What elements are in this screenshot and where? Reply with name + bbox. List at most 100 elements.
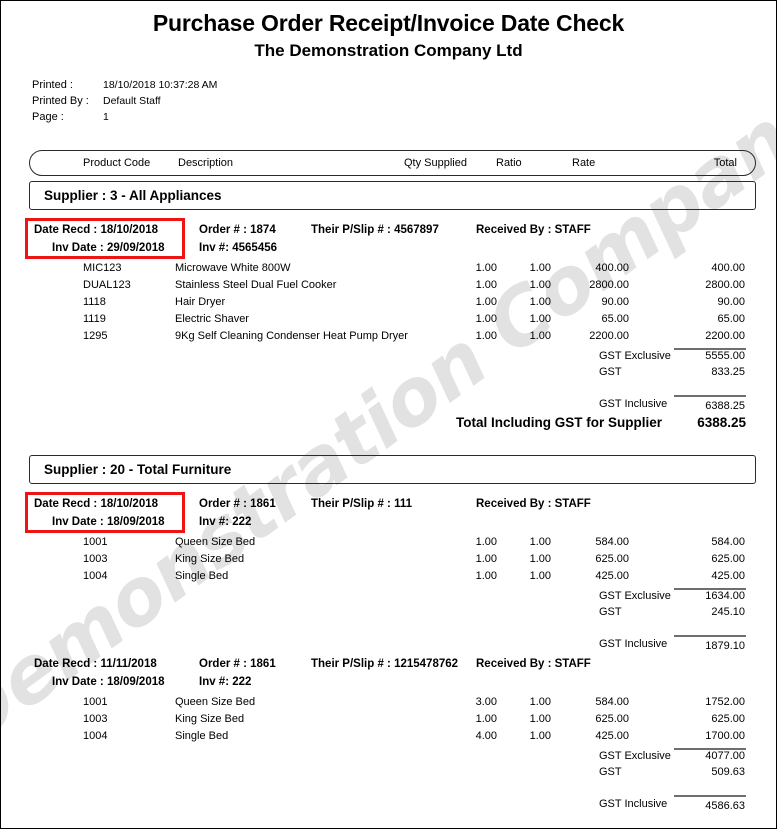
line-item-row: 1003 King Size Bed 1.00 1.00 625.00 625.00 — [1, 713, 776, 730]
line-item-description: Hair Dryer — [175, 296, 226, 308]
line-item-row: 1295 9Kg Self Cleaning Condenser Heat Pum… — [1, 330, 776, 347]
line-item-rate: 584.00 — [595, 536, 629, 548]
line-item-rate: 2800.00 — [589, 279, 629, 291]
order-number-value: Order # : 1861 — [199, 498, 276, 510]
page-value: 1 — [103, 111, 109, 123]
line-item-description: Single Bed — [175, 730, 229, 742]
line-item-qty-supplied: 1.00 — [475, 313, 497, 325]
received-by-value: Received By : STAFF — [476, 224, 591, 236]
line-item-row: 1118 Hair Dryer 1.00 1.00 90.00 90.00 — [1, 296, 776, 313]
line-item-product-code: DUAL123 — [83, 279, 131, 291]
line-item-total: 1752.00 — [705, 696, 745, 708]
supplier-heading-label: Supplier : 20 - Total Furniture — [44, 462, 232, 477]
line-item-row: 1003 King Size Bed 1.00 1.00 625.00 625.00 — [1, 553, 776, 570]
line-item-rate: 425.00 — [595, 570, 629, 582]
printed-label: Printed : — [32, 79, 73, 91]
line-item-description: Single Bed — [175, 570, 229, 582]
line-item-total: 2200.00 — [705, 330, 745, 342]
line-item-qty-supplied: 1.00 — [475, 713, 497, 725]
gst-value: 245.10 — [711, 606, 745, 618]
line-item-qty-supplied: 1.00 — [475, 553, 497, 565]
line-item-qty-supplied: 1.00 — [475, 330, 497, 342]
line-item-qty-supplied: 1.00 — [475, 279, 497, 291]
line-item-product-code: MIC123 — [83, 262, 122, 274]
line-item-row: 1001 Queen Size Bed 1.00 1.00 584.00 584.00 — [1, 536, 776, 553]
report-content: Purchase Order Receipt/Invoice Date Chec… — [1, 10, 776, 828]
line-item-description: Microwave White 800W — [175, 262, 291, 274]
line-item-product-code: 1295 — [83, 330, 108, 342]
line-item-total: 400.00 — [711, 262, 745, 274]
line-item-rate: 90.00 — [601, 296, 629, 308]
printed-by-label: Printed By : — [32, 95, 89, 107]
line-item-qty-supplied: 1.00 — [475, 296, 497, 308]
order-number-value: Order # : 1861 — [199, 658, 276, 670]
line-item-description: 9Kg Self Cleaning Condenser Heat Pump Dr… — [175, 330, 408, 342]
line-item-qty-supplied: 1.00 — [475, 536, 497, 548]
line-item-row: DUAL123 Stainless Steel Dual Fuel Cooker 1… — [1, 279, 776, 296]
supplier-grand-total-label: Total Including GST for Supplier — [456, 415, 662, 430]
gst-exclusive-value: 4077.00 — [705, 750, 745, 762]
line-item-total: 65.00 — [717, 313, 745, 325]
date-received-value: Date Recd : 11/11/2018 — [34, 658, 157, 670]
line-item-description: Queen Size Bed — [175, 536, 256, 548]
supplier-heading-label: Supplier : 3 - All Appliances — [44, 188, 222, 203]
line-item-rate: 584.00 — [595, 696, 629, 708]
date-received-value: Date Recd : 18/10/2018 — [34, 498, 159, 510]
supplier-heading-box: Supplier : 20 - Total Furniture — [29, 455, 756, 484]
column-header-description: Description — [178, 157, 234, 169]
received-by-value: Received By : STAFF — [476, 498, 591, 510]
invoice-date-value: Inv Date : 29/09/2018 — [52, 242, 165, 254]
company-name: The Demonstration Company Ltd — [254, 41, 523, 60]
page-row: Page : 1 — [32, 109, 776, 125]
totals-rule — [674, 635, 746, 637]
invoice-number-value: Inv #: 222 — [199, 676, 252, 688]
order-header: Date Recd : 11/11/2018 Order # : 1861 Thei… — [1, 655, 776, 693]
report-page: Demonstration Company Purchase Order Rec… — [0, 0, 777, 829]
invoice-date-value: Inv Date : 18/09/2018 — [52, 516, 165, 528]
packing-slip-value: Their P/Slip # : 4567897 — [311, 224, 439, 236]
line-item-product-code: 1001 — [83, 536, 108, 548]
printed-row: Printed : 18/10/2018 10:37:28 AM — [32, 77, 776, 93]
invoice-number-value: Inv #: 4565456 — [199, 242, 278, 254]
gst-label: GST — [599, 366, 622, 378]
received-by-value: Received By : STAFF — [476, 658, 591, 670]
gst-inclusive-value: 4586.63 — [705, 800, 745, 812]
line-item-qty-supplied: 1.00 — [475, 262, 497, 274]
column-header-product-code: Product Code — [83, 157, 151, 169]
invoice-date-value: Inv Date : 18/09/2018 — [52, 676, 165, 688]
supplier-grand-total-value: 6388.25 — [697, 415, 746, 430]
line-item-rate: 400.00 — [595, 262, 629, 274]
page-label: Page : — [32, 111, 64, 123]
gst-exclusive-value: 5555.00 — [705, 350, 745, 362]
line-item-description: Stainless Steel Dual Fuel Cooker — [175, 279, 337, 291]
line-item-total: 2800.00 — [705, 279, 745, 291]
line-item-total: 1700.00 — [705, 730, 745, 742]
gst-inclusive-value: 1879.10 — [705, 640, 745, 652]
line-item-row: 1001 Queen Size Bed 3.00 1.00 584.00 1752.00 — [1, 696, 776, 713]
line-item-total: 625.00 — [711, 553, 745, 565]
gst-label: GST — [599, 606, 622, 618]
line-item-total: 425.00 — [711, 570, 745, 582]
line-item-row: 1119 Electric Shaver 1.00 1.00 65.00 65.00 — [1, 313, 776, 330]
gst-label: GST — [599, 766, 622, 778]
line-item-rate: 625.00 — [595, 553, 629, 565]
line-item-rate: 2200.00 — [589, 330, 629, 342]
order-header: Date Recd : 18/10/2018 Order # : 1874 Thei… — [1, 218, 776, 259]
line-item-description: Queen Size Bed — [175, 696, 256, 708]
order-header: Date Recd : 18/10/2018 Order # : 1861 Thei… — [1, 492, 776, 533]
line-item-product-code: 1004 — [83, 730, 108, 742]
line-item-description: Electric Shaver — [175, 313, 249, 325]
column-header-row: Product Code Description Qty Supplied Ra… — [29, 150, 756, 176]
line-item-description: King Size Bed — [175, 713, 245, 725]
column-header-rate: Rate — [572, 157, 596, 169]
column-header-total: Total — [713, 157, 737, 169]
gst-value: 833.25 — [711, 366, 745, 378]
invoice-number-value: Inv #: 222 — [199, 516, 252, 528]
column-header-ratio: Ratio — [496, 157, 522, 169]
line-item-row: MIC123 Microwave White 800W 1.00 1.00 400.00… — [1, 262, 776, 279]
line-item-product-code: 1119 — [83, 313, 106, 325]
packing-slip-value: Their P/Slip # : 1215478762 — [311, 658, 459, 670]
totals-rule — [674, 795, 746, 797]
line-item-description: King Size Bed — [175, 553, 245, 565]
line-item-qty-supplied: 1.00 — [475, 570, 497, 582]
